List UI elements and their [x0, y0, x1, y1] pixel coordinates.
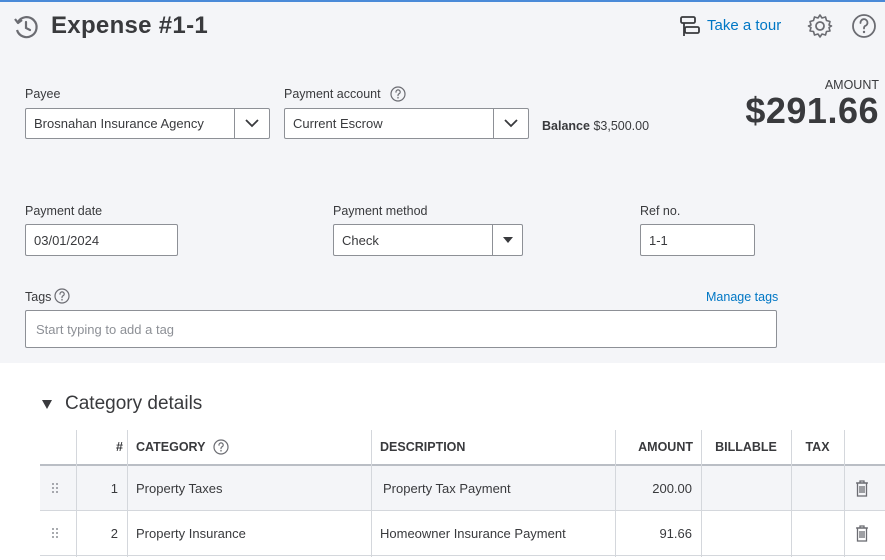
row-description[interactable]: Homeowner Insurance Payment [380, 511, 566, 555]
history-icon[interactable] [12, 13, 40, 41]
payee-label: Payee [25, 87, 61, 101]
take-tour-link[interactable]: Take a tour [707, 17, 781, 34]
drag-handle-icon[interactable] [50, 466, 62, 510]
col-divider [371, 430, 372, 557]
help-icon[interactable] [851, 13, 877, 39]
payment-method-select[interactable]: Check [333, 224, 523, 256]
payment-account-label: Payment account [284, 87, 381, 101]
row-amount[interactable]: 91.66 [615, 511, 692, 555]
category-details-title: Category details [65, 393, 203, 414]
payment-account-dropdown-button[interactable] [493, 109, 528, 138]
row-category[interactable]: Property Taxes [136, 466, 222, 510]
balance-value: $3,500.00 [593, 119, 650, 133]
row-description[interactable]: Property Tax Payment [383, 466, 511, 510]
column-header-number: # [116, 440, 123, 454]
column-header-tax: TAX [805, 440, 830, 454]
collapse-triangle-icon[interactable] [41, 398, 53, 410]
chevron-down-icon [245, 119, 259, 128]
payment-date-value: 03/01/2024 [34, 232, 100, 248]
chevron-down-icon [504, 119, 518, 128]
row-number: 2 [110, 525, 118, 541]
ref-no-label: Ref no. [640, 204, 681, 218]
help-icon[interactable] [390, 86, 406, 102]
tags-input[interactable]: Start typing to add a tag [25, 310, 777, 348]
ref-no-value: 1-1 [649, 232, 668, 248]
balance-label: Balance [542, 119, 590, 133]
payment-method-dropdown-button[interactable] [492, 225, 522, 255]
column-header-description: DESCRIPTION [380, 440, 466, 454]
row-category[interactable]: Property Insurance [136, 511, 246, 555]
help-icon[interactable] [213, 439, 230, 455]
row-number: 1 [110, 480, 118, 496]
help-icon[interactable] [54, 288, 70, 304]
col-divider [127, 430, 128, 557]
manage-tags-link[interactable]: Manage tags [706, 290, 778, 304]
form-header-area [0, 2, 885, 363]
trash-icon[interactable] [855, 511, 869, 555]
amount-total: $291.66 [745, 90, 879, 131]
col-divider [844, 430, 845, 557]
page-title: Expense #1-1 [51, 12, 209, 39]
tour-icon[interactable] [679, 15, 701, 37]
trash-icon[interactable] [855, 466, 869, 510]
payee-select[interactable]: Brosnahan Insurance Agency [25, 108, 270, 139]
gear-icon[interactable] [807, 13, 833, 39]
payment-method-value: Check [342, 232, 379, 248]
column-header-billable: BILLABLE [715, 440, 777, 454]
payment-account-select[interactable]: Current Escrow [284, 108, 529, 139]
payment-date-input[interactable]: 03/01/2024 [25, 224, 178, 256]
payment-date-label: Payment date [25, 204, 103, 218]
payment-method-label: Payment method [333, 204, 428, 218]
column-header-category: CATEGORY [136, 430, 230, 464]
balance-display: Balance $3,500.00 [542, 119, 649, 133]
tags-placeholder: Start typing to add a tag [36, 321, 175, 337]
caret-down-icon [502, 237, 513, 243]
tags-label: Tags [25, 290, 52, 304]
row-divider [40, 555, 885, 556]
column-header-amount: AMOUNT [638, 440, 693, 454]
ref-no-input[interactable]: 1-1 [640, 224, 755, 256]
payment-account-value: Current Escrow [293, 116, 383, 131]
column-header-category-label: CATEGORY [136, 440, 206, 454]
row-amount[interactable]: 200.00 [615, 466, 692, 510]
drag-handle-icon[interactable] [50, 511, 62, 555]
payee-value: Brosnahan Insurance Agency [34, 116, 204, 131]
payee-dropdown-button[interactable] [234, 109, 269, 138]
